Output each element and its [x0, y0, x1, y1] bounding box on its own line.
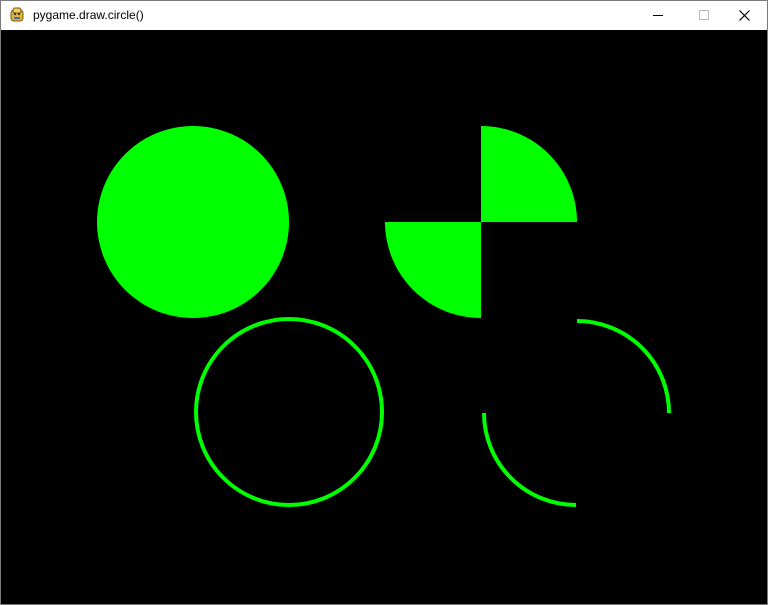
window-title: pygame.draw.circle()	[33, 8, 144, 22]
title-bar[interactable]: pygame.draw.circle()	[1, 1, 767, 30]
arc-quadrant-top-right	[576, 319, 671, 414]
circle-outline	[194, 317, 384, 507]
maximize-icon	[699, 10, 709, 20]
filled-quadrant-bottom-left	[385, 222, 481, 318]
pygame-canvas[interactable]	[1, 30, 767, 604]
minimize-button[interactable]	[635, 1, 681, 30]
filled-quadrant-top-right	[481, 126, 577, 222]
pygame-window: pygame.draw.circle()	[0, 0, 768, 605]
pygame-snake-icon	[9, 7, 25, 23]
close-button[interactable]	[721, 1, 767, 30]
arc-quadrant-bottom-left	[482, 412, 577, 507]
minimize-icon	[653, 15, 663, 16]
close-icon	[739, 10, 750, 21]
filled-circle	[97, 126, 289, 318]
